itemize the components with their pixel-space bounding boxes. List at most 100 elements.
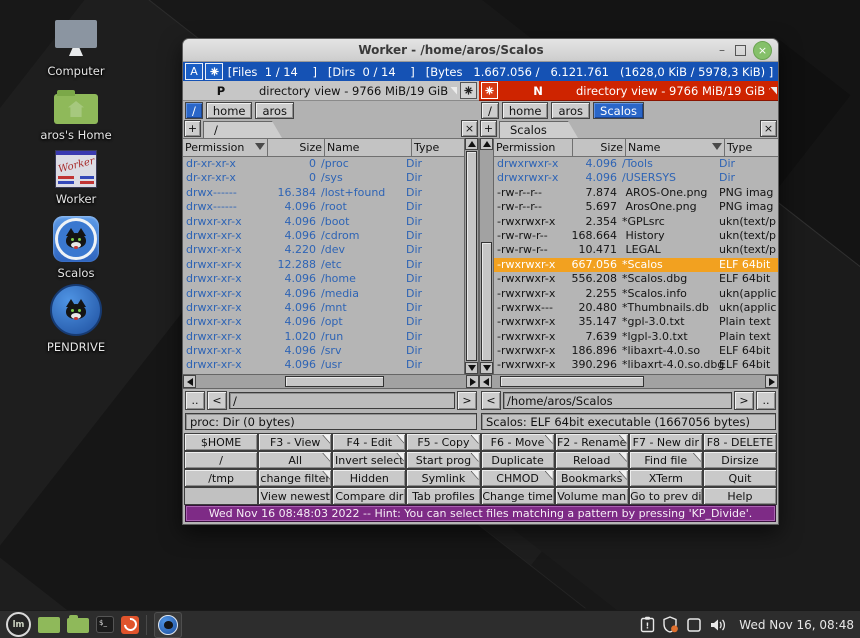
function-button[interactable]: Quit <box>703 469 777 487</box>
function-button[interactable]: change filter <box>258 469 332 487</box>
file-row[interactable]: drwx------ 4.096 /root Dir <box>183 200 464 214</box>
function-button[interactable]: F4 - Edit <box>332 433 406 451</box>
function-button[interactable]: F5 - Copy <box>406 433 480 451</box>
history-forward-button[interactable]: > <box>457 391 477 410</box>
file-row[interactable]: drwxr-xr-x 4.096 /usr Dir <box>183 358 464 372</box>
file-row[interactable]: drwxr-xr-x 4.096 /opt Dir <box>183 315 464 329</box>
function-button[interactable]: Invert select <box>332 451 406 469</box>
add-tab-button[interactable]: + <box>184 120 201 137</box>
breadcrumb-button[interactable]: aros <box>255 102 294 119</box>
file-row[interactable]: -rw-rw-r-- 10.471 LEGAL ukn(text/p <box>494 243 778 257</box>
file-row[interactable]: -rwxrwxr-x 35.147 *gpl-3.0.txt Plain tex… <box>494 315 778 329</box>
desktop-icon-pendrive[interactable]: PENDRIVE <box>32 284 120 354</box>
shield-icon[interactable] <box>662 616 679 633</box>
function-button[interactable]: F2 - Rename <box>555 433 629 451</box>
breadcrumb-button[interactable]: home <box>206 102 253 119</box>
app-launcher-icon[interactable] <box>121 616 139 634</box>
column-size[interactable]: Size <box>573 139 626 156</box>
scroll-right-button[interactable] <box>466 375 479 388</box>
file-row[interactable]: -rw-r--r-- 5.697 ArosOne.png PNG imag <box>494 200 778 214</box>
file-row[interactable]: drwxr-xr-x 4.220 /dev Dir <box>183 243 464 257</box>
function-button[interactable]: $HOME <box>184 433 258 451</box>
function-button[interactable]: Change time <box>481 487 555 505</box>
left-pane-gear-button[interactable] <box>460 82 477 99</box>
function-button[interactable]: F8 - DELETE <box>703 433 777 451</box>
function-button[interactable]: F6 - Move <box>481 433 555 451</box>
pane-a-button[interactable]: A <box>185 63 203 80</box>
desktop-icon-worker[interactable]: Worker Worker <box>32 150 120 206</box>
file-row[interactable]: -rwxrwxr-x 2.255 *Scalos.info ukn(applic <box>494 287 778 301</box>
scroll-up-button[interactable] <box>465 138 478 150</box>
left-pane-header[interactable]: P directory view - 9766 MiB/19 GiB free <box>183 81 479 101</box>
file-row[interactable]: -rw-r--r-- 7.874 AROS-One.png PNG imag <box>494 186 778 200</box>
scrollbar-thumb[interactable] <box>285 376 384 387</box>
file-row[interactable]: drwx------ 16.384 /lost+found Dir <box>183 186 464 200</box>
function-button[interactable]: Go to prev di <box>629 487 703 505</box>
breadcrumb-button[interactable]: / <box>481 102 499 119</box>
window-list-icon[interactable] <box>686 617 702 633</box>
history-back-button[interactable]: < <box>207 391 227 410</box>
taskbar-clock[interactable]: Wed Nov 16, 08:48 <box>739 618 854 632</box>
function-button[interactable]: Volume man <box>555 487 629 505</box>
function-button[interactable]: Symlink <box>406 469 480 487</box>
history-back-button[interactable]: < <box>481 391 501 410</box>
scroll-down-button[interactable] <box>480 362 493 374</box>
files-icon[interactable] <box>67 618 89 633</box>
file-row[interactable]: drwxr-xr-x 4.096 /cdrom Dir <box>183 229 464 243</box>
history-forward-button[interactable]: > <box>734 391 754 410</box>
close-tab-button[interactable]: × <box>461 120 478 137</box>
terminal-icon[interactable]: $_ <box>96 616 114 633</box>
desktop-icon-computer[interactable]: Computer <box>32 20 120 78</box>
scalos-task-button[interactable] <box>154 612 182 638</box>
close-button[interactable]: × <box>753 41 772 60</box>
file-row[interactable]: drwxrwxr-x 4.096 /USERSYS Dir <box>494 171 778 185</box>
window-titlebar[interactable]: Worker - /home/aros/Scalos – × <box>183 39 778 62</box>
column-permission[interactable]: Permission <box>183 139 268 156</box>
column-type[interactable]: Type <box>725 139 778 156</box>
column-type[interactable]: Type <box>412 139 464 156</box>
column-size[interactable]: Size <box>268 139 325 156</box>
file-row[interactable]: dr-xr-xr-x 0 /proc Dir <box>183 157 464 171</box>
file-row[interactable]: drwxr-xr-x 4.096 /media Dir <box>183 287 464 301</box>
file-row[interactable]: drwxrwxr-x 4.096 /Tools Dir <box>494 157 778 171</box>
breadcrumb-button[interactable]: / <box>185 102 203 119</box>
file-row[interactable]: -rwxrwxr-x 1.667.056 *Scalos ELF 64bit <box>494 258 778 272</box>
close-tab-button[interactable]: × <box>760 120 777 137</box>
left-horizontal-scrollbar[interactable] <box>183 374 479 389</box>
scroll-left-button[interactable] <box>183 375 196 388</box>
left-path-input[interactable] <box>229 392 455 409</box>
column-name[interactable]: Name <box>626 139 725 156</box>
function-button[interactable]: Help <box>703 487 777 505</box>
file-row[interactable]: -rw-rw-r-- 168.664 History ukn(text/p <box>494 229 778 243</box>
file-row[interactable]: drwxr-xr-x 4.096 /home Dir <box>183 272 464 286</box>
right-tab[interactable]: Scalos <box>499 121 578 138</box>
right-vertical-scrollbar[interactable] <box>479 138 494 374</box>
column-name[interactable]: Name <box>325 139 412 156</box>
function-button[interactable]: CHMOD <box>481 469 555 487</box>
function-button[interactable]: /tmp <box>184 469 258 487</box>
file-row[interactable]: dr-xr-xr-x 0 /sys Dir <box>183 171 464 185</box>
scrollbar-thumb[interactable] <box>466 151 477 361</box>
file-row[interactable]: -rwxrwxr-x 186.896 *libaxrt-4.0.so ELF 6… <box>494 344 778 358</box>
file-row[interactable]: drwxr-xr-x 4.096 /boot Dir <box>183 215 464 229</box>
desktop-icon-scalos[interactable]: Scalos <box>32 216 120 280</box>
file-row[interactable]: -rwxrwxr-x 7.639 *lgpl-3.0.txt Plain tex… <box>494 330 778 344</box>
file-row[interactable]: drwxr-xr-x 4.096 /mnt Dir <box>183 301 464 315</box>
scroll-right-button[interactable] <box>765 375 778 388</box>
function-button[interactable]: Compare dir <box>332 487 406 505</box>
maximize-button[interactable] <box>731 42 749 58</box>
function-button[interactable]: Duplicate <box>481 451 555 469</box>
parent-dir-button[interactable]: .. <box>756 391 776 410</box>
column-permission[interactable]: Permission <box>494 139 573 156</box>
clipboard-icon[interactable]: ! <box>640 616 655 633</box>
function-button[interactable] <box>184 487 258 505</box>
volume-icon[interactable] <box>709 617 728 633</box>
function-button[interactable]: Start prog <box>406 451 480 469</box>
breadcrumb-button[interactable]: Scalos <box>593 102 644 119</box>
file-row[interactable]: -rwxrwxr-x 2.354 *GPLsrc ukn(text/p <box>494 215 778 229</box>
function-button[interactable]: Bookmarks <box>555 469 629 487</box>
function-button[interactable]: View newest <box>258 487 332 505</box>
right-pane-gear-button[interactable] <box>481 82 498 99</box>
scrollbar-thumb[interactable] <box>500 376 644 387</box>
function-button[interactable]: / <box>184 451 258 469</box>
